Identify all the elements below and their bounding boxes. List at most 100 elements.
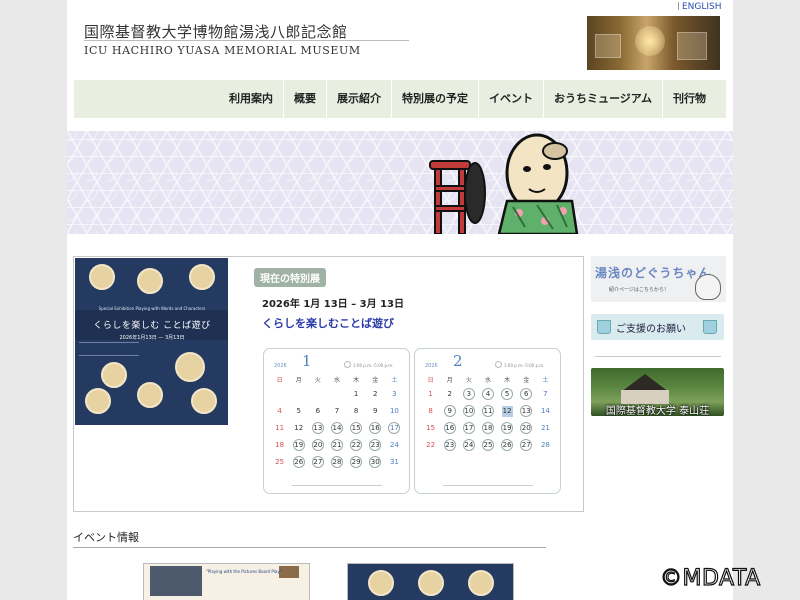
page: 国際基督教大学博物館湯浅八郎記念館 ICU HACHIRO YUASA MEMO… — [67, 0, 733, 600]
poster-illustration-disc — [368, 570, 394, 596]
current-exhibition-badge: 現在の特別展 — [254, 268, 326, 287]
event-thumbnail[interactable]: "Playing with the Pictures Board Play" — [143, 563, 310, 600]
nav-item-home-museum[interactable]: おうちミュージアム — [542, 80, 662, 118]
weekday-header: 水 — [484, 377, 491, 384]
mascot-dogu-banner[interactable]: 湯浅のどぐうちゃん 紹介ページはこちらから！ — [591, 256, 726, 302]
calendar-day: 19 — [292, 439, 305, 451]
calendar-day: 9 — [440, 405, 459, 419]
nav-item-overview[interactable]: 概要 — [282, 80, 326, 118]
calendar-day: 13 — [311, 422, 324, 434]
calendar-day: 19 — [501, 422, 514, 434]
main-nav: 利用案内 概要 展示紹介 特別展の予定 イベント おうちミュージアム 刊行物 — [74, 80, 726, 118]
title-divider — [84, 40, 409, 41]
calendar-day: 30 — [369, 456, 382, 468]
calendar-day: 15 — [426, 424, 436, 432]
calendar-day — [308, 388, 327, 402]
display-case — [595, 34, 621, 58]
poster-title: くらしを楽しむ ことば遊び — [93, 321, 211, 331]
site-header: 国際基督教大学博物館湯浅八郎記念館 ICU HACHIRO YUASA MEMO… — [67, 0, 733, 80]
poster-illustration-disc — [175, 352, 205, 382]
calendar-day: 3 — [459, 388, 478, 402]
poster-illustration-disc — [189, 264, 215, 290]
weekday-header: 金 — [372, 377, 379, 384]
weekday-header: 火 — [314, 377, 321, 384]
calendar-year: 2026 — [274, 363, 287, 369]
weekday-header: 木 — [353, 377, 360, 384]
exhibition-dates: 2026年 1月 13日 – 3月 13日 — [262, 299, 404, 310]
calendar-day: 18 — [481, 422, 494, 434]
weekday-header: 月 — [295, 377, 302, 384]
lamp-glow — [635, 26, 665, 56]
calendar-day: 25 — [481, 439, 494, 451]
calendar-day: 27 — [311, 456, 324, 468]
calendar-legend: 1:00 p.m.–5:00 p.m. — [495, 361, 544, 368]
calendar-day: 2 — [373, 390, 378, 398]
calendar-day: 6 — [517, 388, 536, 402]
poster-illustration-disc — [137, 268, 163, 294]
event-image — [150, 566, 202, 596]
site-title-japanese[interactable]: 国際基督教大学博物館湯浅八郎記念館 — [84, 21, 348, 42]
calendar-day: 2 — [447, 390, 452, 398]
weekday-header: 日 — [427, 377, 434, 384]
calendar-day: 31 — [389, 458, 399, 466]
english-link[interactable]: ENGLISH — [678, 2, 722, 12]
taizanso-label: 国際基督教大学 泰山荘 — [605, 406, 710, 416]
events-divider — [73, 547, 546, 548]
poster-illustration-disc — [191, 388, 217, 414]
event-thumbnail[interactable] — [347, 563, 514, 600]
exhibition-title-link[interactable]: くらしを楽しむことば遊び — [262, 315, 394, 331]
mascot-banner-title: 湯浅のどぐうちゃん — [595, 266, 712, 280]
nav-item-publications[interactable]: 刊行物 — [662, 80, 716, 118]
poster-illustration-disc — [137, 382, 163, 408]
calendar-day: 16 — [369, 422, 382, 434]
calendar-day: 3 — [392, 390, 397, 398]
exhibition-poster[interactable]: Special Exhibition Playing with Words an… — [75, 258, 228, 425]
events-heading: イベント情報 — [73, 531, 139, 544]
calendar-january: 2026 1 1:00 p.m.–5:00 p.m. 日月火水木金土123456… — [263, 348, 410, 494]
calendar-day: 10 — [389, 407, 399, 415]
calendar-day: 22 — [350, 439, 363, 451]
calendar-day: 20 — [520, 422, 533, 434]
calendar-day: 11 — [275, 424, 285, 432]
calendar-february: 2026 2 1:00 p.m.–5:00 p.m. 日月火水木金土123456… — [414, 348, 561, 494]
site-title-english[interactable]: ICU HACHIRO YUASA MEMORIAL MUSEUM — [84, 44, 361, 57]
calendar-day: 12 — [501, 406, 513, 417]
event-thumbnail-text: "Playing with the Pictures Board Play" — [206, 569, 282, 574]
calendar-day: 27 — [520, 439, 533, 451]
calendar-day: 10 — [462, 405, 475, 417]
calendar-day: 17 — [462, 422, 475, 434]
calendar-day: 7 — [334, 407, 340, 415]
calendar-day: 26 — [292, 456, 305, 468]
poster-dates: 2026年1月13日 — 3月13日 — [119, 335, 185, 341]
calendar-day: 23 — [369, 439, 382, 451]
nav-item-events[interactable]: イベント — [477, 80, 543, 118]
calendar-day: 14 — [330, 422, 343, 434]
calendar-day: 7 — [543, 390, 548, 398]
hero-banner — [67, 131, 733, 234]
calendar-day: 28 — [330, 456, 343, 468]
calendar-grid: 日月火水木金土 1 2 3 4 5 6 7 8 9 10 11 12 13 14 15 16 17 18 19 20 21… — [270, 376, 404, 470]
calendar-footer-rule — [443, 485, 533, 486]
calendar-day — [289, 388, 308, 402]
poster-illustration-disc — [468, 570, 494, 596]
taizanso-banner[interactable]: 国際基督教大学 泰山荘 — [591, 368, 724, 416]
weekday-header: 火 — [465, 377, 472, 384]
calendar-day: 24 — [462, 439, 475, 451]
calendar-month: 1 — [302, 352, 312, 370]
calendar-day: 18 — [275, 441, 285, 449]
calendar-day: 14 — [540, 407, 550, 415]
nav-item-exhibits[interactable]: 展示紹介 — [325, 80, 391, 118]
calendar-footer-rule — [292, 485, 382, 486]
calendar-day: 4 — [277, 407, 282, 415]
calendar-day: 22 — [426, 441, 436, 449]
nav-item-guide[interactable]: 利用案内 — [219, 80, 283, 118]
weekday-header: 月 — [446, 377, 453, 384]
dogu-face-icon — [695, 274, 721, 300]
calendar-day: 26 — [501, 439, 514, 451]
nav-item-special-schedule[interactable]: 特別展の予定 — [390, 80, 478, 118]
calendar-day: 20 — [311, 439, 324, 451]
calendar-day: 5 — [296, 407, 301, 415]
support-banner[interactable]: ご支援のお願い — [591, 314, 724, 340]
calendar-day: 21 — [330, 439, 343, 451]
poster-illustration-disc — [85, 388, 111, 414]
